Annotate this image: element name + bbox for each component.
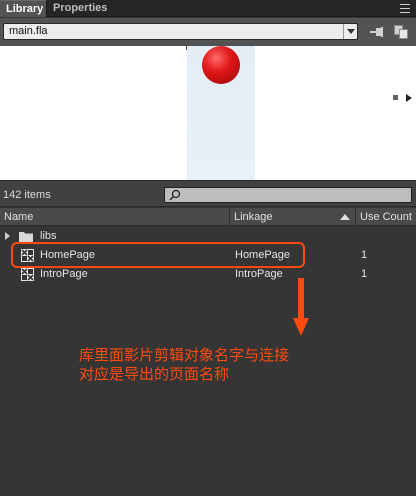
panel-menu-icon[interactable] <box>400 4 410 13</box>
expand-arrow-icon[interactable] <box>5 232 10 240</box>
sort-ascending-icon <box>340 214 350 220</box>
document-row: main.fla <box>0 18 416 46</box>
library-panel: Library Properties main.fla 142 items Na… <box>0 0 416 496</box>
status-row: 142 items <box>0 180 416 207</box>
annotation-text: 库里面影片剪辑对象名字与连接 对应是导出的页面名称 <box>79 346 290 383</box>
folder-icon <box>19 232 33 242</box>
item-use-count: 1 <box>361 268 368 280</box>
column-linkage-label: Linkage <box>234 211 273 223</box>
item-use-count: 1 <box>361 249 368 261</box>
document-dropdown-value: main.fla <box>9 25 48 37</box>
tab-library[interactable]: Library <box>0 0 46 17</box>
annotation-arrow-icon <box>293 278 309 336</box>
preview-red-ball <box>202 46 240 84</box>
column-name[interactable]: Name <box>0 208 230 226</box>
column-use-count[interactable]: Use Count <box>356 208 416 226</box>
column-linkage[interactable]: Linkage <box>230 208 356 226</box>
column-header: Name Linkage Use Count <box>0 208 416 226</box>
movieclip-icon <box>21 268 34 281</box>
play-icon[interactable] <box>406 94 412 102</box>
search-icon <box>169 189 181 201</box>
search-input[interactable] <box>164 187 412 203</box>
stop-icon[interactable] <box>393 95 398 100</box>
preview-registration-mark <box>186 46 187 50</box>
document-dropdown[interactable]: main.fla <box>3 23 358 40</box>
tab-properties[interactable]: Properties <box>47 0 109 17</box>
pin-icon[interactable] <box>370 26 384 38</box>
chevron-down-icon[interactable] <box>343 24 357 39</box>
tab-bar: Library Properties <box>0 0 416 17</box>
annotation-highlight-box <box>11 242 305 268</box>
new-library-icon[interactable] <box>394 25 408 39</box>
item-count: 142 items <box>3 189 51 201</box>
